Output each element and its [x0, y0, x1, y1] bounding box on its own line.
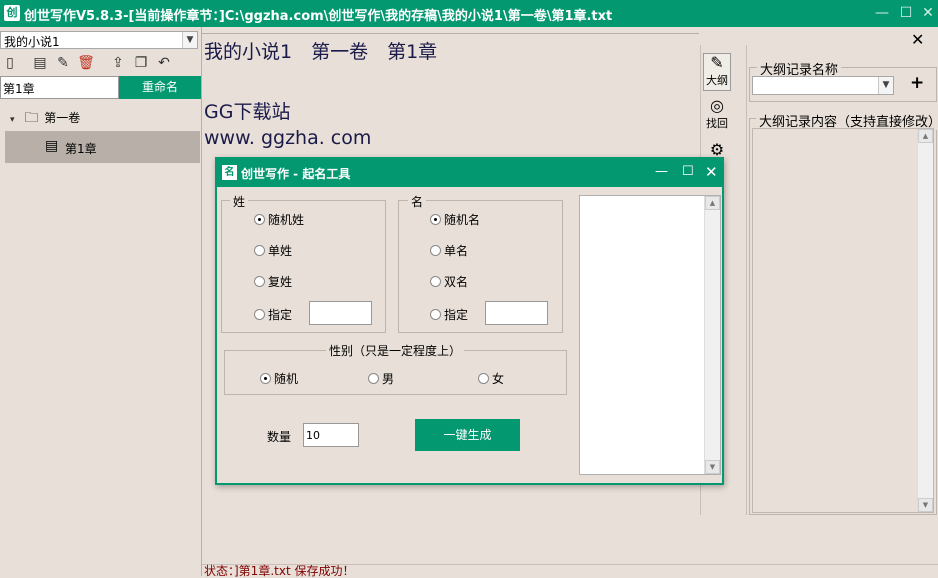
- copy-icon[interactable]: ❐: [131, 53, 151, 73]
- gender-random-radio[interactable]: 随机: [260, 370, 298, 387]
- radio-dot: [254, 245, 265, 256]
- given-double-radio[interactable]: 双名: [430, 273, 468, 290]
- radio-dot: [260, 373, 271, 384]
- window-title: 创世写作V5.8.3-[当前操作章节：]C:\ggzha.com\创世写作\我的…: [24, 9, 613, 24]
- scroll-down-icon[interactable]: ▼: [918, 498, 933, 512]
- radio-label: 单名: [444, 244, 469, 258]
- radio-label: 随机名: [444, 213, 481, 227]
- name-results-list[interactable]: ▲ ▼: [579, 195, 721, 475]
- outline-label: 大纲: [706, 74, 728, 87]
- radio-label: 男: [382, 372, 395, 386]
- radio-label: 单姓: [268, 244, 293, 258]
- given-specified-input[interactable]: [485, 301, 548, 325]
- rename-button[interactable]: 重命名: [119, 76, 201, 99]
- chevron-down-icon[interactable]: ▼: [878, 77, 893, 94]
- gender-group-label: 性别（只是一定程度上）: [326, 342, 465, 359]
- given-specified-radio[interactable]: 指定: [430, 306, 468, 323]
- radio-dot: [254, 309, 265, 320]
- dialog-title-bar: 名 创世写作 - 起名工具 — ☐ ✕: [217, 159, 722, 187]
- dialog-title: 创世写作 - 起名工具: [241, 167, 351, 181]
- radio-label: 复姓: [268, 275, 293, 289]
- surname-random-radio[interactable]: 随机姓: [254, 211, 304, 228]
- tree-item-label: 第1章: [65, 142, 97, 156]
- radio-label: 随机姓: [268, 213, 305, 227]
- editor-line: 我的小说1 第一卷 第1章: [204, 41, 438, 63]
- scroll-up-icon[interactable]: ▲: [918, 129, 933, 143]
- given-single-radio[interactable]: 单名: [430, 242, 468, 259]
- surname-specified-radio[interactable]: 指定: [254, 306, 292, 323]
- outline-name-select[interactable]: ▼: [752, 76, 894, 95]
- outline-content-textarea[interactable]: ▲ ▼: [752, 128, 934, 513]
- rename-input[interactable]: 第1章: [0, 76, 119, 99]
- novel-select-value: 我的小说1: [4, 35, 60, 49]
- history-icon: ◎: [710, 96, 724, 115]
- given-random-radio[interactable]: 随机名: [430, 211, 480, 228]
- close-icon[interactable]: ✕: [911, 30, 924, 49]
- gender-female-radio[interactable]: 女: [478, 370, 504, 387]
- tree-item-label: 第一卷: [44, 111, 81, 125]
- radio-label: 指定: [444, 308, 469, 322]
- scrollbar[interactable]: ▲ ▼: [704, 196, 720, 474]
- recover-button[interactable]: ◎ 找回: [703, 97, 731, 135]
- radio-dot: [478, 373, 489, 384]
- radio-dot: [430, 214, 441, 225]
- radio-label: 双名: [444, 275, 469, 289]
- folder-icon: 🗀: [24, 110, 39, 126]
- chevron-down-icon[interactable]: ▼: [182, 32, 197, 48]
- tree-item-chapter[interactable]: ▤ 第1章: [5, 131, 200, 163]
- count-input[interactable]: 10: [303, 423, 359, 447]
- sidebar: 我的小说1 ▼ ▯ ▤ ✎ 🗑 ⇪ ❐ ↶ 第1章 重命名 ▾ 🗀 第一卷 ▤ …: [0, 27, 202, 576]
- novel-select[interactable]: 我的小说1 ▼: [0, 31, 198, 49]
- surname-specified-input[interactable]: [309, 301, 372, 325]
- editor-line: www. ggzha. com: [204, 127, 372, 149]
- dialog-maximize-button[interactable]: ☐: [682, 164, 694, 179]
- radio-dot: [430, 245, 441, 256]
- radio-label: 女: [492, 372, 505, 386]
- outline-panel: ✕ 大纲记录名称 ▼ + 大纲记录内容（支持直接修改） ▲ ▼: [746, 30, 938, 515]
- dialog-minimize-button[interactable]: —: [655, 164, 668, 179]
- scrollbar[interactable]: ▲ ▼: [917, 129, 933, 512]
- scroll-down-icon[interactable]: ▼: [705, 460, 720, 474]
- rename-input-value: 第1章: [3, 82, 35, 96]
- expand-icon[interactable]: ▾: [10, 115, 15, 125]
- generate-button[interactable]: 一键生成: [415, 419, 520, 451]
- status-text: 状态：]第1章.txt 保存成功！: [204, 564, 355, 578]
- app-icon: 创: [4, 5, 20, 21]
- radio-label: 随机: [274, 372, 299, 386]
- scroll-up-icon[interactable]: ▲: [705, 196, 720, 210]
- radio-label: 指定: [268, 308, 293, 322]
- add-outline-button[interactable]: +: [910, 73, 924, 93]
- radio-dot: [368, 373, 379, 384]
- radio-dot: [254, 276, 265, 287]
- undo-icon[interactable]: ↶: [154, 53, 174, 73]
- tree-item-volume[interactable]: ▾ 🗀 第一卷: [10, 107, 80, 131]
- close-button[interactable]: ✕: [912, 0, 938, 27]
- edit-icon[interactable]: ✎: [53, 53, 73, 73]
- new-volume-icon[interactable]: ▤: [30, 53, 50, 73]
- radio-dot: [430, 276, 441, 287]
- delete-icon[interactable]: 🗑: [76, 53, 96, 73]
- document-icon: ▤: [45, 138, 59, 154]
- outline-button[interactable]: ✎ 大纲: [703, 53, 731, 91]
- naming-tool-dialog: 名 创世写作 - 起名工具 — ☐ ✕ 姓 随机姓 单姓 复姓 指定 名 随机名…: [215, 157, 724, 485]
- radio-dot: [254, 214, 265, 225]
- count-label: 数量: [267, 430, 292, 444]
- export-icon[interactable]: ⇪: [108, 53, 128, 73]
- new-book-icon[interactable]: ▯: [0, 53, 20, 73]
- gender-male-radio[interactable]: 男: [368, 370, 394, 387]
- recover-label: 找回: [706, 117, 728, 130]
- status-bar: 状态：]第1章.txt 保存成功！: [202, 564, 938, 578]
- surname-group-label: 姓: [230, 193, 249, 210]
- surname-single-radio[interactable]: 单姓: [254, 242, 292, 259]
- note-edit-icon: ✎: [710, 53, 724, 72]
- surname-compound-radio[interactable]: 复姓: [254, 273, 292, 290]
- editor-line: GG下载站: [204, 101, 291, 123]
- given-name-group-label: 名: [408, 193, 427, 210]
- dialog-close-button[interactable]: ✕: [705, 163, 718, 181]
- name-tool-icon: 名: [222, 165, 237, 180]
- title-bar: 创 创世写作V5.8.3-[当前操作章节：]C:\ggzha.com\创世写作\…: [0, 0, 938, 27]
- radio-dot: [430, 309, 441, 320]
